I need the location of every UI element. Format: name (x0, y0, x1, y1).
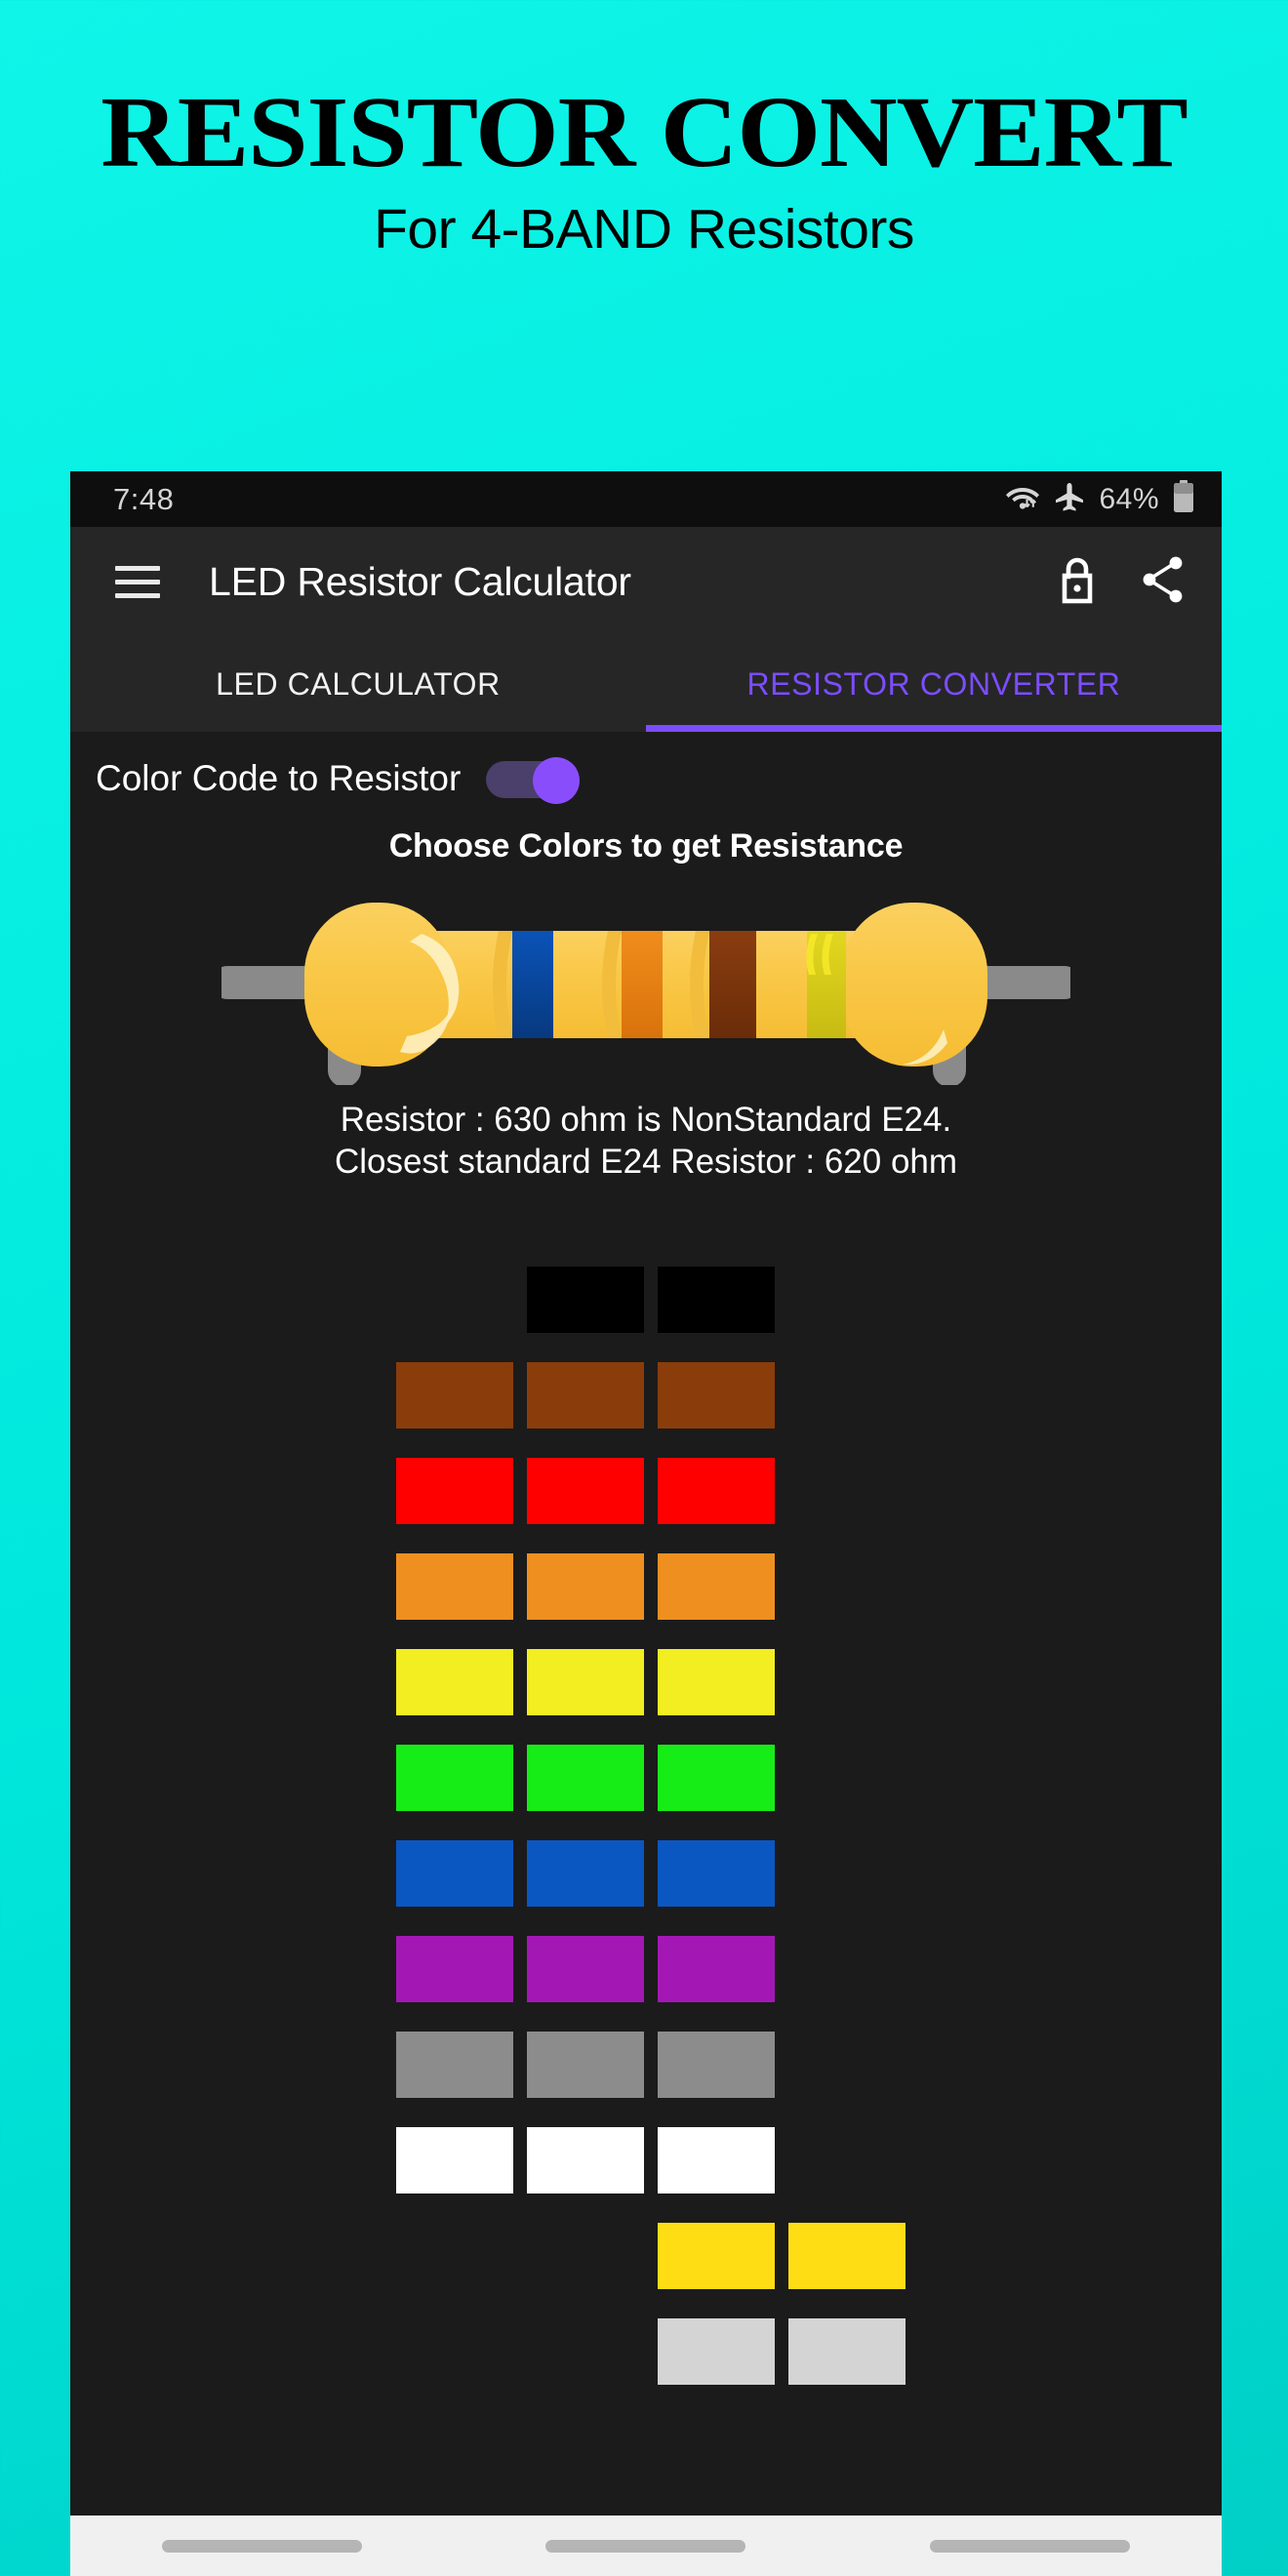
screen-content: Color Code to Resistor Choose Colors to … (70, 732, 1222, 2576)
toggle-thumb (533, 757, 581, 804)
color-swatch-grid (70, 1267, 1222, 2385)
wifi-icon (1005, 482, 1040, 516)
swatch-orange-col2[interactable] (527, 1553, 644, 1620)
swatch-blue-col1[interactable] (396, 1840, 513, 1907)
swatch-white-col3[interactable] (658, 2127, 775, 2194)
swatch-placeholder (788, 2032, 906, 2098)
battery-percent-label: 64% (1099, 482, 1159, 515)
swatch-black-col3[interactable] (658, 1267, 775, 1333)
gesture-nav-bar (70, 2516, 1222, 2576)
poster-header: RESISTOR CONVERT For 4-BAND Resistors (0, 0, 1288, 262)
swatch-red-col1[interactable] (396, 1458, 513, 1524)
hamburger-menu-icon[interactable] (115, 565, 160, 598)
share-icon[interactable] (1140, 554, 1188, 610)
swatch-placeholder (527, 2223, 644, 2289)
status-clock: 7:48 (113, 481, 175, 516)
swatch-silver-col3[interactable] (658, 2318, 775, 2385)
swatch-placeholder (527, 2318, 644, 2385)
poster-subtitle: For 4-BAND Resistors (374, 197, 914, 261)
gesture-pill[interactable] (929, 2539, 1130, 2553)
swatch-black-col2[interactable] (527, 1267, 644, 1333)
swatch-green-col2[interactable] (527, 1745, 644, 1811)
tab-bar: LED CALCULATOR RESISTOR CONVERTER (70, 636, 1222, 732)
swatch-green-col3[interactable] (658, 1745, 775, 1811)
swatch-placeholder (788, 1745, 906, 1811)
app-title: LED Resistor Calculator (209, 558, 631, 604)
swatch-gray-col2[interactable] (527, 2032, 644, 2098)
swatch-silver-col4[interactable] (788, 2318, 906, 2385)
gesture-pill[interactable] (545, 2539, 746, 2553)
swatch-placeholder (788, 1458, 906, 1524)
swatch-red-col2[interactable] (527, 1458, 644, 1524)
swatch-placeholder (396, 2318, 513, 2385)
result-line-1: Resistor : 630 ohm is NonStandard E24. (340, 1101, 952, 1139)
tab-led-calculator[interactable]: LED CALCULATOR (70, 636, 646, 732)
swatch-placeholder (396, 2223, 513, 2289)
swatch-placeholder (788, 1553, 906, 1620)
swatch-blue-col3[interactable] (658, 1840, 775, 1907)
swatch-gray-col1[interactable] (396, 2032, 513, 2098)
swatch-brown-col1[interactable] (396, 1362, 513, 1429)
section-heading: Choose Colors to get Resistance (388, 827, 904, 865)
swatch-gray-col3[interactable] (658, 2032, 775, 2098)
result-line-2: Closest standard E24 Resistor : 620 ohm (334, 1142, 958, 1181)
resistor-illustration (70, 885, 1222, 1090)
swatch-placeholder (788, 1267, 906, 1333)
resistor-band-orange (602, 931, 663, 1038)
color-code-toggle-row: Color Code to Resistor (70, 732, 1222, 804)
swatch-blue-col2[interactable] (527, 1840, 644, 1907)
swatch-placeholder (788, 1840, 906, 1907)
swatch-placeholder (396, 1267, 513, 1333)
swatch-red-col3[interactable] (658, 1458, 775, 1524)
battery-icon (1173, 480, 1194, 518)
resistor-band-brown (690, 931, 756, 1038)
swatch-orange-col3[interactable] (658, 1553, 775, 1620)
swatch-orange-col1[interactable] (396, 1553, 513, 1620)
swatch-placeholder (788, 1362, 906, 1429)
airplane-mode-icon (1054, 481, 1085, 517)
swatch-yellow-col3[interactable] (658, 1649, 775, 1715)
swatch-brown-col3[interactable] (658, 1362, 775, 1429)
unlock-icon[interactable] (1056, 553, 1099, 611)
swatch-yellow-col1[interactable] (396, 1649, 513, 1715)
swatch-gold-col4[interactable] (788, 2223, 906, 2289)
gesture-pill[interactable] (162, 2539, 363, 2553)
swatch-placeholder (788, 1936, 906, 2002)
swatch-violet-col1[interactable] (396, 1936, 513, 2002)
resistor-band-blue (493, 931, 553, 1038)
swatch-violet-col3[interactable] (658, 1936, 775, 2002)
swatch-white-col2[interactable] (527, 2127, 644, 2194)
app-bar: LED Resistor Calculator (70, 527, 1222, 636)
status-bar: 7:48 64% (70, 471, 1222, 527)
poster-title: RESISTOR CONVERT (101, 76, 1188, 188)
swatch-placeholder (788, 1649, 906, 1715)
result-text: Resistor : 630 ohm is NonStandard E24. C… (70, 1100, 1222, 1183)
swatch-gold-col3[interactable] (658, 2223, 775, 2289)
swatch-white-col1[interactable] (396, 2127, 513, 2194)
swatch-green-col1[interactable] (396, 1745, 513, 1811)
swatch-yellow-col2[interactable] (527, 1649, 644, 1715)
swatch-brown-col2[interactable] (527, 1362, 644, 1429)
swatch-placeholder (788, 2127, 906, 2194)
phone-screenshot: 7:48 64% LED Resistor Calculator LED CAL… (70, 471, 1222, 2576)
tab-resistor-converter[interactable]: RESISTOR CONVERTER (646, 636, 1222, 732)
color-code-toggle-label: Color Code to Resistor (96, 758, 462, 798)
color-code-toggle-switch[interactable] (486, 757, 581, 804)
resistor-band-gold (806, 931, 846, 1038)
swatch-violet-col2[interactable] (527, 1936, 644, 2002)
tab-active-underline (646, 725, 1222, 732)
